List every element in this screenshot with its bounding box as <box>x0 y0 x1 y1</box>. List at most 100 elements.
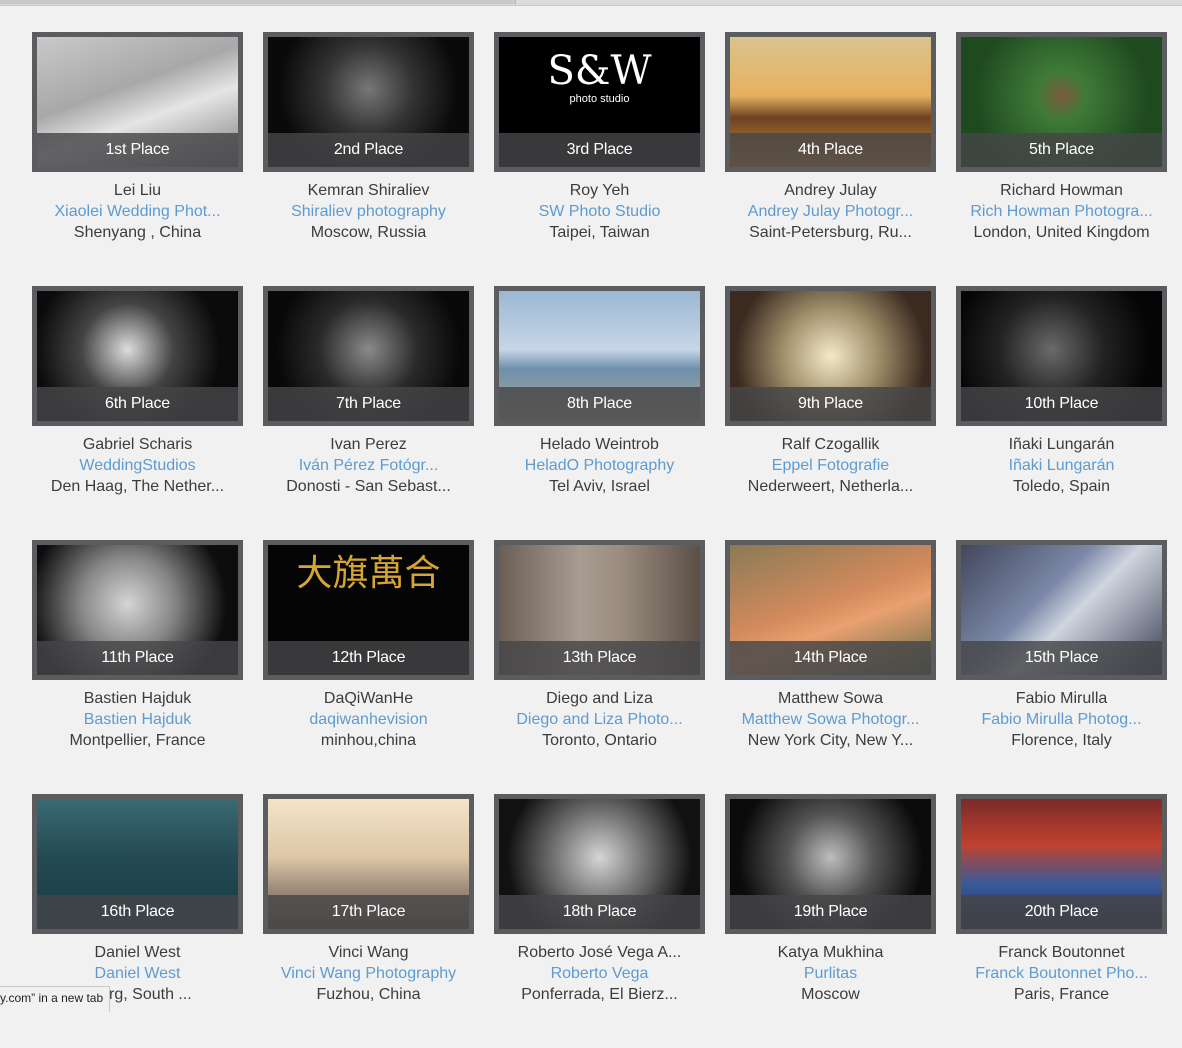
winner-card: 8th Place Helado Weintrob HeladO Photogr… <box>494 286 705 540</box>
browser-toolbar-edge <box>0 0 1182 6</box>
winner-card: 9th Place Ralf Czogallik Eppel Fotografi… <box>725 286 936 540</box>
place-label: 4th Place <box>730 133 931 167</box>
winner-photo-link[interactable]: 20th Place <box>956 794 1167 934</box>
studio-link[interactable]: Iñaki Lungarán <box>956 455 1167 476</box>
location: Montpellier, France <box>69 732 206 749</box>
winner-photo-link[interactable]: 5th Place <box>956 32 1167 172</box>
location: minhou,china <box>320 732 417 749</box>
photographer-name: Richard Howman <box>1000 182 1123 199</box>
photographer-name: Franck Boutonnet <box>998 944 1125 961</box>
sw-logo-subtitle: photo studio <box>569 93 630 105</box>
place-label: 17th Place <box>268 895 469 929</box>
winner-photo-link[interactable]: 10th Place <box>956 286 1167 426</box>
photographer-name: Bastien Hajduk <box>83 690 192 707</box>
photographer-name: Gabriel Scharis <box>82 436 193 453</box>
studio-link[interactable]: HeladO Photography <box>494 455 705 476</box>
location: Den Haag, The Nether... <box>50 478 225 495</box>
winner-photo-link[interactable]: 1st Place <box>32 32 243 172</box>
winner-card: 20th Place Franck Boutonnet Franck Bouto… <box>956 794 1167 1048</box>
winner-photo-link[interactable]: 18th Place <box>494 794 705 934</box>
location: Donosti - San Sebast... <box>286 478 451 495</box>
location: Tel Aviv, Israel <box>549 478 650 495</box>
photographer-name: Iñaki Lungarán <box>1008 436 1115 453</box>
photographer-name: Kemran Shiraliev <box>307 182 430 199</box>
place-label: 14th Place <box>730 641 931 675</box>
winner-photo-link[interactable]: 7th Place <box>263 286 474 426</box>
winner-card: S&W photo studio 3rd Place Roy Yeh SW Ph… <box>494 32 705 286</box>
studio-link[interactable]: Andrey Julay Photogr... <box>725 201 936 222</box>
place-label: 7th Place <box>268 387 469 421</box>
winner-card: 2nd Place Kemran Shiraliev Shiraliev pho… <box>263 32 474 286</box>
studio-link[interactable]: SW Photo Studio <box>494 201 705 222</box>
photographer-name: Fabio Mirulla <box>1015 690 1108 707</box>
studio-link[interactable]: Diego and Liza Photo... <box>494 709 705 730</box>
winner-photo-link[interactable]: 2nd Place <box>263 32 474 172</box>
winner-photo-link[interactable]: S&W photo studio 3rd Place <box>494 32 705 172</box>
studio-link[interactable]: Iván Pérez Fotógr... <box>263 455 474 476</box>
photographer-name: Roy Yeh <box>569 182 630 199</box>
place-label: 19th Place <box>730 895 931 929</box>
place-label: 18th Place <box>499 895 700 929</box>
winner-photo-link[interactable]: 15th Place <box>956 540 1167 680</box>
winner-card: 14th Place Matthew Sowa Matthew Sowa Pho… <box>725 540 936 794</box>
location: Florence, Italy <box>1011 732 1112 749</box>
winner-photo-link[interactable]: 17th Place <box>263 794 474 934</box>
location: Ponferrada, El Bierz... <box>521 986 678 1003</box>
winner-card: 11th Place Bastien Hajduk Bastien Hajduk… <box>32 540 243 794</box>
winner-photo-link[interactable]: 4th Place <box>725 32 936 172</box>
studio-link[interactable]: Bastien Hajduk <box>32 709 243 730</box>
winner-photo-link[interactable]: 8th Place <box>494 286 705 426</box>
winner-photo-link[interactable]: 14th Place <box>725 540 936 680</box>
studio-link[interactable]: Franck Boutonnet Pho... <box>956 963 1167 984</box>
photographer-name: Andrey Julay <box>784 182 877 199</box>
winner-card: 7th Place Ivan Perez Iván Pérez Fotógr..… <box>263 286 474 540</box>
place-label: 12th Place <box>268 641 469 675</box>
studio-link[interactable]: daqiwanhevision <box>263 709 474 730</box>
sw-logo-mark: S&W <box>547 48 652 94</box>
winners-grid: 1st Place Lei Liu Xiaolei Wedding Phot..… <box>32 32 1167 1048</box>
place-label: 20th Place <box>961 895 1162 929</box>
studio-link[interactable]: Purlitas <box>725 963 936 984</box>
location: Saint-Petersburg, Ru... <box>749 224 912 241</box>
place-label: 13th Place <box>499 641 700 675</box>
studio-link[interactable]: Vinci Wang Photography <box>263 963 474 984</box>
location: Shenyang , China <box>73 224 202 241</box>
location: Nederweert, Netherla... <box>747 478 914 495</box>
studio-link[interactable]: Daniel West <box>32 963 243 984</box>
location: Toledo, Spain <box>1013 478 1110 495</box>
sw-studio-logo: S&W photo studio <box>499 51 700 105</box>
winner-photo-link[interactable]: 16th Place <box>32 794 243 934</box>
studio-link[interactable]: WeddingStudios <box>32 455 243 476</box>
winner-photo-link[interactable]: 13th Place <box>494 540 705 680</box>
location: Moscow <box>801 986 860 1003</box>
studio-link[interactable]: Matthew Sowa Photogr... <box>725 709 936 730</box>
winner-photo-link[interactable]: 大旗萬合 12th Place <box>263 540 474 680</box>
winner-photo-link[interactable]: 6th Place <box>32 286 243 426</box>
place-label: 2nd Place <box>268 133 469 167</box>
place-label: 1st Place <box>37 133 238 167</box>
winner-photo-link[interactable]: 19th Place <box>725 794 936 934</box>
place-label: 9th Place <box>730 387 931 421</box>
winner-card: 17th Place Vinci Wang Vinci Wang Photogr… <box>263 794 474 1048</box>
calligraphy-logo: 大旗萬合 <box>296 553 441 594</box>
studio-link[interactable]: Roberto Vega <box>494 963 705 984</box>
winner-card: 19th Place Katya Mukhina Purlitas Moscow <box>725 794 936 1048</box>
studio-link[interactable]: Fabio Mirulla Photog... <box>956 709 1167 730</box>
winner-card: 6th Place Gabriel Scharis WeddingStudios… <box>32 286 243 540</box>
location: Moscow, Russia <box>310 224 427 241</box>
photographer-name: Matthew Sowa <box>778 690 883 707</box>
status-bar-tooltip: y.com” in a new tab <box>0 986 111 1012</box>
photographer-name: DaQiWanHe <box>323 690 414 707</box>
photographer-name: Roberto José Vega A... <box>517 944 682 961</box>
studio-link[interactable]: Rich Howman Photogra... <box>956 201 1167 222</box>
winner-photo-link[interactable]: 9th Place <box>725 286 936 426</box>
photographer-name: Lei Liu <box>113 182 162 199</box>
place-label: 15th Place <box>961 641 1162 675</box>
location: Paris, France <box>1013 986 1110 1003</box>
studio-link[interactable]: Xiaolei Wedding Phot... <box>32 201 243 222</box>
winner-photo-link[interactable]: 11th Place <box>32 540 243 680</box>
winner-card: 1st Place Lei Liu Xiaolei Wedding Phot..… <box>32 32 243 286</box>
studio-link[interactable]: Eppel Fotografie <box>725 455 936 476</box>
studio-link[interactable]: Shiraliev photography <box>263 201 474 222</box>
location: Taipei, Taiwan <box>549 224 650 241</box>
